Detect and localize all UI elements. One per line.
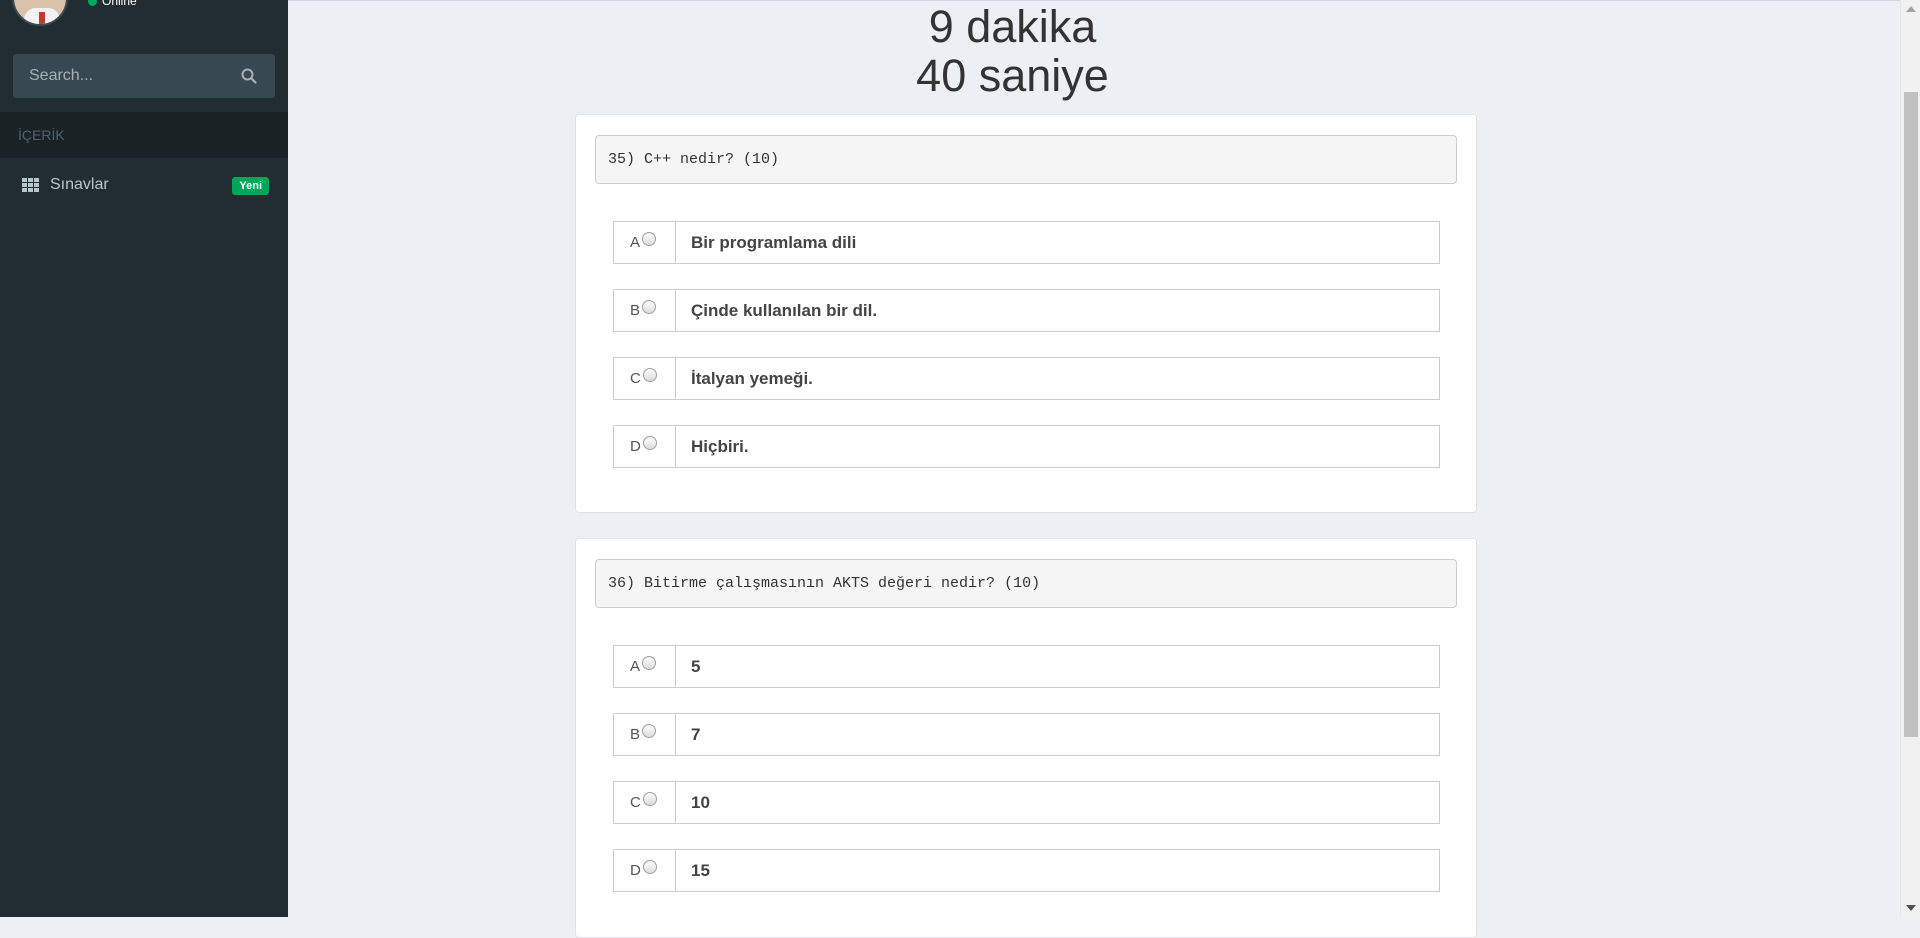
sidebar: Online İÇERİK Sınavlar Yeni <box>0 0 288 917</box>
scroll-up-arrow-icon[interactable] <box>1906 6 1916 12</box>
search-button[interactable] <box>231 54 267 98</box>
main-content: 9 dakika 40 saniye 35) C++ nedir? (10) A… <box>288 0 1900 938</box>
question-box: 35) C++ nedir? (10) A Bir programlama di… <box>575 114 1477 513</box>
option-text: 7 <box>675 713 1440 756</box>
answer-option-d: D Hiçbiri. <box>613 425 1440 468</box>
timer-minutes: 9 dakika <box>928 1 1097 52</box>
option-text: Hiçbiri. <box>675 425 1440 468</box>
option-selector[interactable]: C <box>613 781 675 824</box>
option-text: İtalyan yemeği. <box>675 357 1440 400</box>
option-text: Bir programlama dili <box>675 221 1440 264</box>
answer-option-b: B Çinde kullanılan bir dil. <box>613 289 1440 332</box>
online-status-icon <box>88 0 97 7</box>
menu-header: İÇERİK <box>0 112 288 158</box>
question-title: 35) C++ nedir? (10) <box>595 135 1457 184</box>
option-text: Çinde kullanılan bir dil. <box>675 289 1440 332</box>
question-title: 36) Bitirme çalışmasının AKTS değeri ned… <box>595 559 1457 608</box>
question-box: 36) Bitirme çalışmasının AKTS değeri ned… <box>575 538 1477 938</box>
option-selector[interactable]: A <box>613 645 675 688</box>
option-letter: A <box>630 658 641 675</box>
vertical-scrollbar[interactable] <box>1900 0 1920 917</box>
scroll-down-arrow-icon[interactable] <box>1906 905 1916 911</box>
option-text: 10 <box>675 781 1440 824</box>
grid-icon <box>22 178 39 192</box>
answer-option-a: A 5 <box>613 645 1440 688</box>
option-selector[interactable]: B <box>613 289 675 332</box>
answer-option-c: C İtalyan yemeği. <box>613 357 1440 400</box>
answer-option-b: B 7 <box>613 713 1440 756</box>
user-status-label: Online <box>102 0 137 8</box>
radio-button[interactable] <box>642 723 657 738</box>
search-input[interactable] <box>13 54 233 98</box>
option-letter: C <box>630 370 641 387</box>
option-selector[interactable]: D <box>613 849 675 892</box>
new-badge: Yeni <box>232 177 269 195</box>
sidebar-search-form <box>13 54 275 98</box>
scrollbar-thumb[interactable] <box>1904 92 1918 737</box>
radio-button[interactable] <box>642 791 657 806</box>
user-panel: Online <box>0 0 288 40</box>
option-selector[interactable]: A <box>613 221 675 264</box>
search-icon <box>241 68 257 84</box>
option-letter: B <box>630 302 641 319</box>
option-text: 15 <box>675 849 1440 892</box>
radio-button[interactable] <box>642 299 657 314</box>
sidebar-item-sinavlar[interactable]: Sınavlar Yeni <box>0 168 288 202</box>
countdown-timer: 9 dakika 40 saniye <box>288 2 1737 100</box>
option-selector[interactable]: B <box>613 713 675 756</box>
radio-button[interactable] <box>642 859 657 874</box>
option-letter: D <box>630 438 641 455</box>
user-status: Online <box>88 0 137 8</box>
radio-button[interactable] <box>642 655 657 670</box>
option-letter: A <box>630 234 641 251</box>
answer-option-a: A Bir programlama dili <box>613 221 1440 264</box>
radio-button[interactable] <box>642 231 657 246</box>
option-selector[interactable]: C <box>613 357 675 400</box>
radio-button[interactable] <box>642 435 657 450</box>
option-text: 5 <box>675 645 1440 688</box>
option-letter: B <box>630 726 641 743</box>
option-letter: C <box>630 794 641 811</box>
option-selector[interactable]: D <box>613 425 675 468</box>
answer-option-c: C 10 <box>613 781 1440 824</box>
radio-button[interactable] <box>642 367 657 382</box>
sidebar-item-label: Sınavlar <box>50 176 109 193</box>
answer-option-d: D 15 <box>613 849 1440 892</box>
avatar[interactable] <box>12 0 68 26</box>
timer-seconds: 40 saniye <box>916 50 1109 101</box>
option-letter: D <box>630 862 641 879</box>
